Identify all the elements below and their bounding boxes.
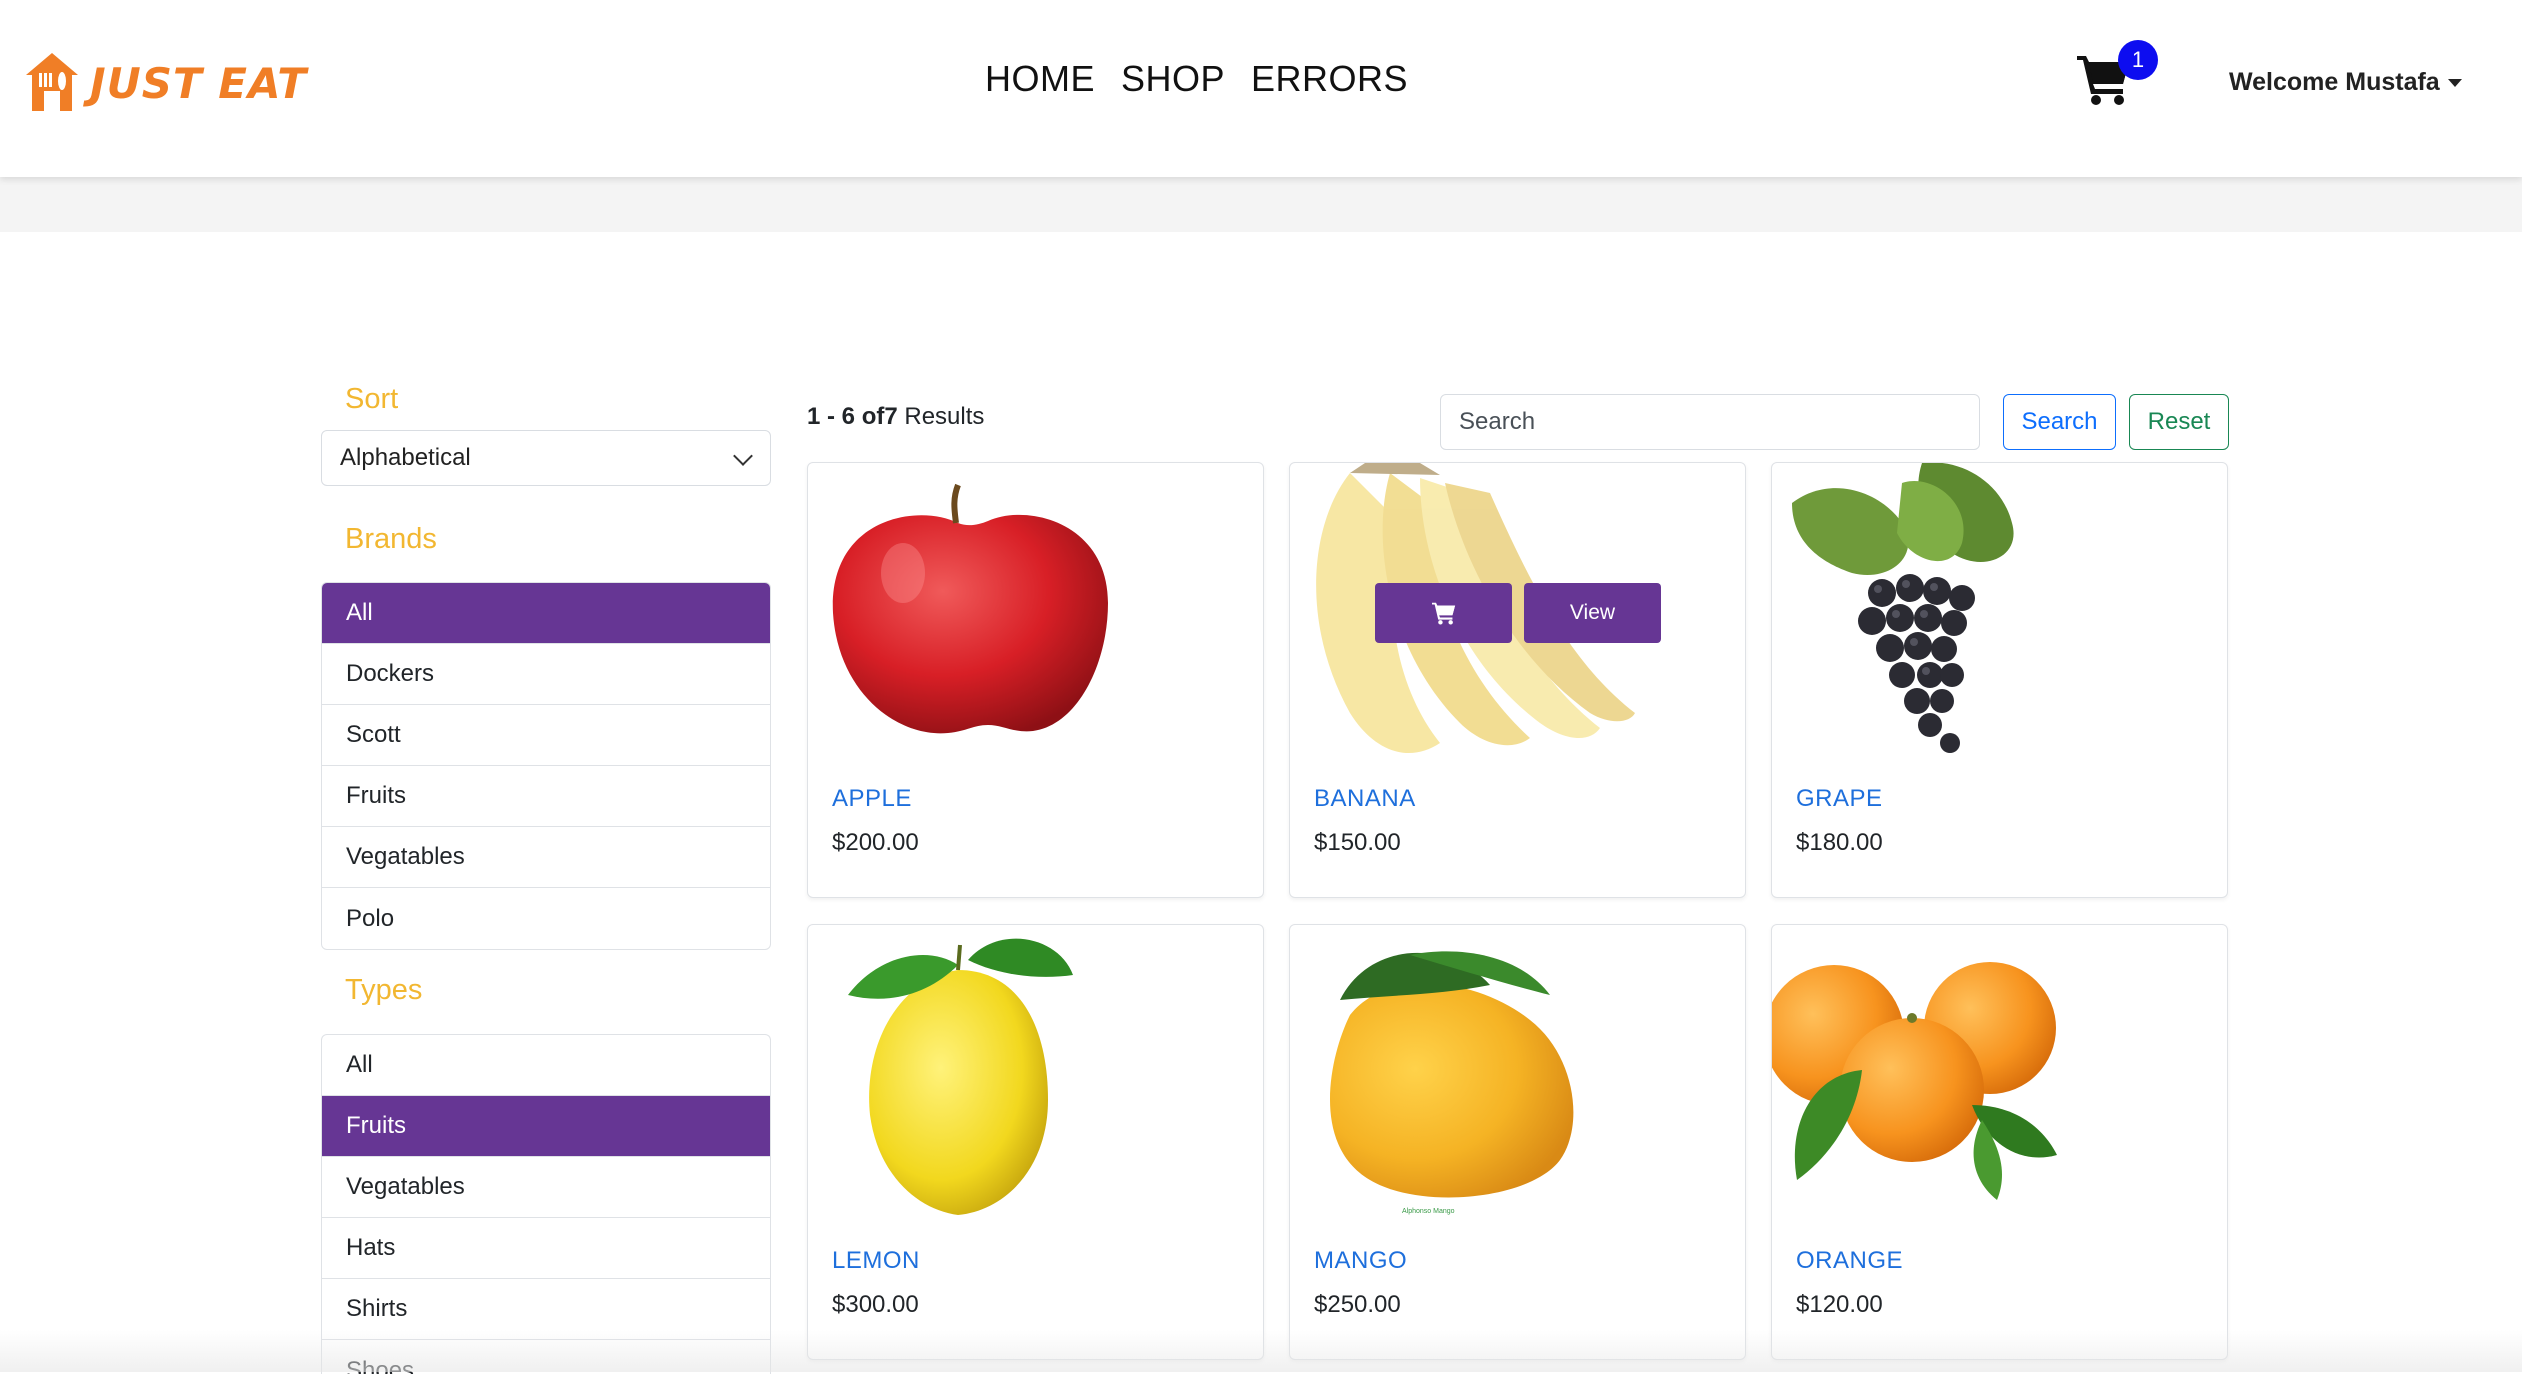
brand-logo[interactable]: JUST EAT [22,50,307,116]
brand-item-polo[interactable]: Polo [322,888,770,949]
welcome-text: Welcome Mustafa [2229,68,2440,96]
chevron-down-icon [733,446,753,466]
house-fork-logo-icon [26,53,78,111]
brand-name: JUST EAT [90,58,308,108]
type-item-all[interactable]: All [322,1035,770,1096]
product-price: $150.00 [1314,829,1401,856]
brand-item-dockers[interactable]: Dockers [322,644,770,705]
product-name[interactable]: GRAPE [1796,785,1883,813]
orange-image [1772,962,2057,1200]
brand-item-fruits[interactable]: Fruits [322,766,770,827]
sort-select[interactable]: Alphabetical [321,430,771,486]
view-product-button[interactable]: View [1524,583,1661,643]
nav-errors[interactable]: ERRORS [1251,58,1408,100]
brand-item-scott[interactable]: Scott [322,705,770,766]
type-item-hats[interactable]: Hats [322,1218,770,1279]
product-card-grape[interactable]: GRAPE $180.00 [1771,462,2228,898]
cart-icon [1431,602,1455,625]
product-card-mango[interactable]: Alphonso Mango MANGO $250.00 [1289,924,1746,1360]
product-price: $250.00 [1314,1291,1401,1318]
cart-count-badge: 1 [2118,40,2158,80]
main-nav: HOME SHOP ERRORS [985,58,1408,100]
sort-select-value: Alphabetical [340,444,471,471]
product-price: $300.00 [832,1291,919,1318]
product-name[interactable]: ORANGE [1796,1247,1903,1275]
search-button[interactable]: Search [2003,394,2116,450]
results-total: 7 [884,403,898,430]
mango-image: Alphonso Mango [1330,951,1574,1215]
section-header-band [0,177,2522,232]
brands-heading: Brands [345,523,437,555]
apple-image [832,483,1108,734]
product-name[interactable]: MANGO [1314,1247,1407,1275]
add-to-cart-button[interactable] [1375,583,1512,643]
brand-item-all[interactable]: All [322,583,770,644]
product-card-banana[interactable]: View BANANA $150.00 [1289,462,1746,898]
type-item-vegatables[interactable]: Vegatables [322,1157,770,1218]
results-count: 1 - 6 of7 Results [807,403,984,431]
results-suffix: Results [897,403,985,430]
product-price: $120.00 [1796,1291,1883,1318]
results-range: 1 - 6 of [807,403,885,430]
product-card-apple[interactable]: APPLE $200.00 [807,462,1264,898]
types-heading: Types [345,974,423,1006]
type-item-shoes[interactable]: Shoes [322,1340,770,1374]
brands-list: All Dockers Scott Fruits Vegatables Polo [321,582,771,950]
sort-heading: Sort [345,383,399,415]
product-name[interactable]: LEMON [832,1247,920,1275]
reset-button[interactable]: Reset [2129,394,2229,450]
user-menu-toggle[interactable]: Welcome Mustafa [2229,68,2462,97]
product-name[interactable]: APPLE [832,785,912,813]
mango-image-caption: Alphonso Mango [1402,1208,1455,1215]
type-item-shirts[interactable]: Shirts [322,1279,770,1340]
type-item-fruits[interactable]: Fruits [322,1096,770,1157]
product-name[interactable]: BANANA [1314,785,1416,813]
brand-item-vegatables[interactable]: Vegatables [322,827,770,888]
banana-image [1316,463,1635,753]
nav-home[interactable]: HOME [985,58,1095,100]
lemon-image [848,938,1073,1215]
navbar: JUST EAT HOME SHOP ERRORS 1 Welcome Must… [0,0,2522,177]
grape-image [1792,463,2014,753]
caret-down-icon [2447,78,2462,87]
nav-shop[interactable]: SHOP [1121,58,1225,100]
product-price: $180.00 [1796,829,1883,856]
types-list: All Fruits Vegatables Hats Shirts Shoes [321,1034,771,1374]
product-price: $200.00 [832,829,919,856]
product-card-orange[interactable]: ORANGE $120.00 [1771,924,2228,1360]
search-input[interactable] [1440,394,1980,450]
product-card-lemon[interactable]: LEMON $300.00 [807,924,1264,1360]
